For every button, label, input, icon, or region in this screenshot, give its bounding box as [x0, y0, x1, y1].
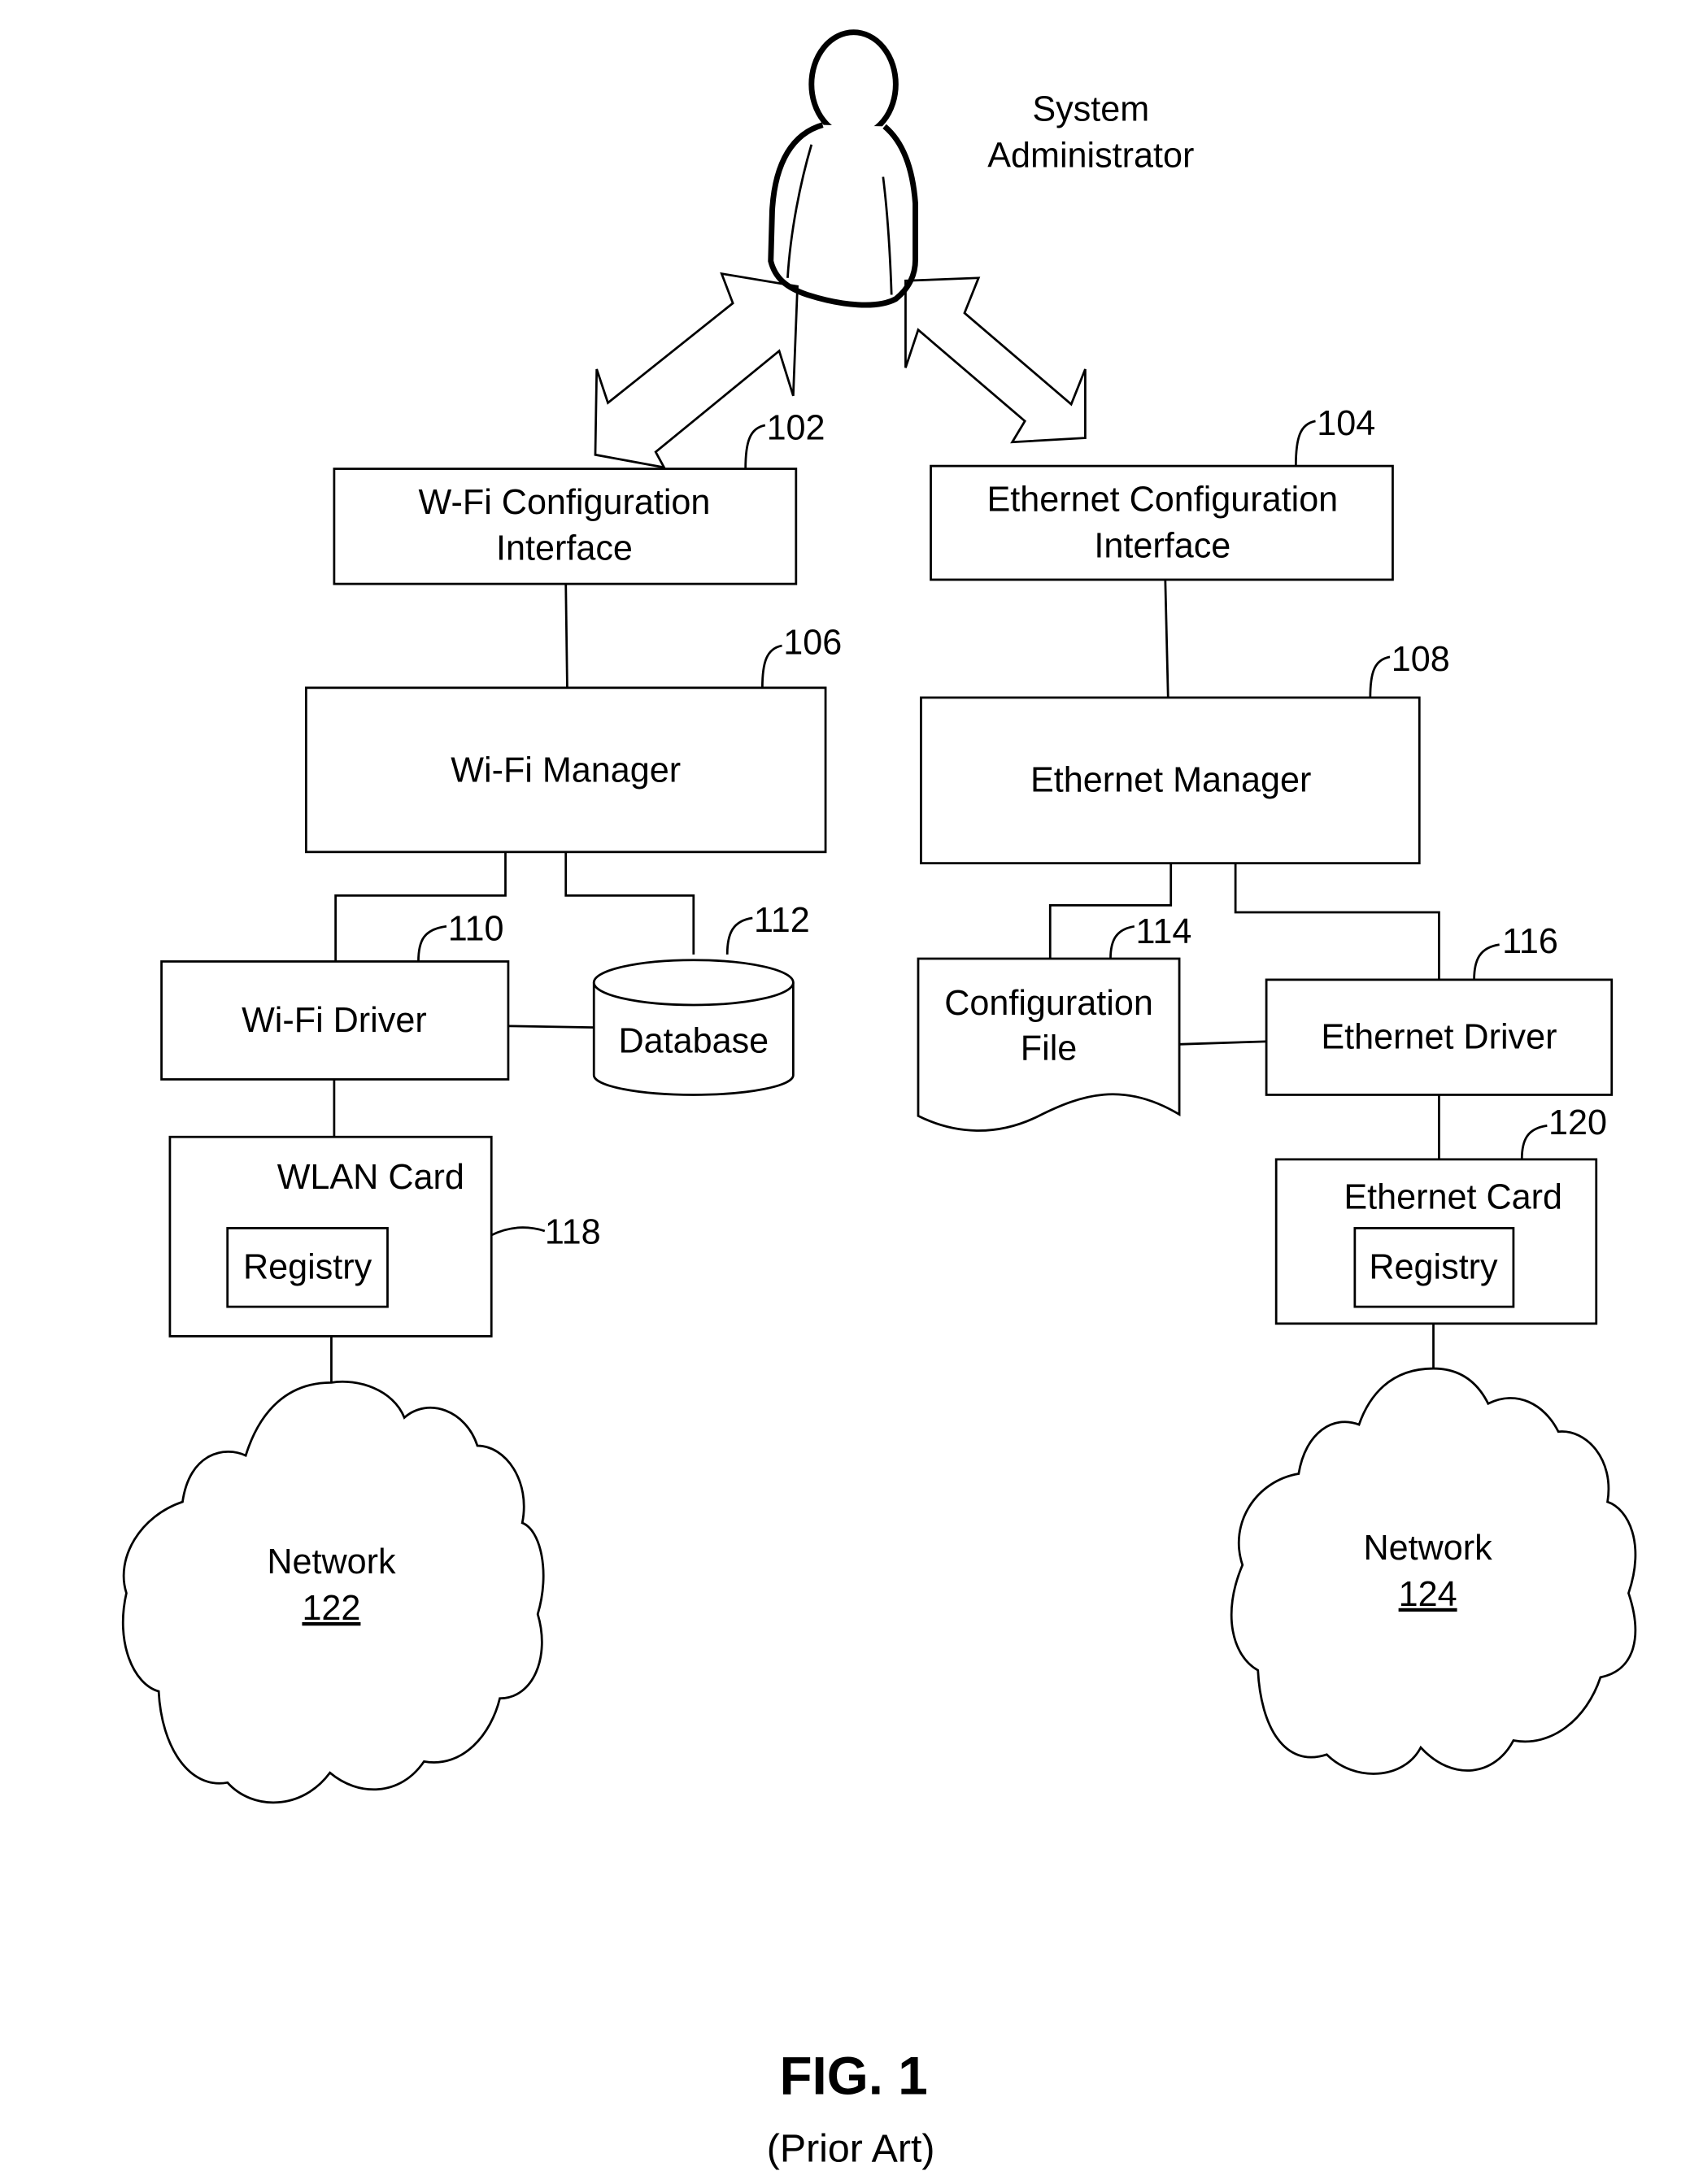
wifi-manager-node: Wi-Fi Manager [304, 686, 827, 854]
ethernet-config-interface-node: Ethernet Configuration Interface [930, 464, 1394, 581]
wifi-config-line2: Interface [496, 529, 633, 568]
wlan-card-node: WLAN Card Registry [168, 1135, 493, 1338]
figure-subtitle: (Prior Art) [767, 2126, 935, 2170]
wifi-config-line1: W-Fi Configuration [419, 483, 711, 522]
eth-manager-label: Ethernet Manager [1030, 761, 1311, 800]
ref-120: 120 [1548, 1103, 1607, 1142]
network-right-ref: 124 [1399, 1575, 1457, 1614]
ethernet-manager-node: Ethernet Manager [920, 696, 1421, 865]
bidirectional-arrow-right [904, 276, 1087, 444]
network-cloud-right: Network 124 [1230, 1367, 1637, 1775]
database-label: Database [618, 1022, 769, 1061]
diagram-canvas: System Administrator W-Fi Configuration [121, 29, 1637, 2170]
wifi-driver-node: Wi-Fi Driver [160, 960, 510, 1081]
eth-config-line1: Ethernet Configuration [987, 480, 1339, 519]
config-file-line1: Configuration [944, 984, 1153, 1023]
wifi-config-interface-node: W-Fi Configuration Interface [333, 468, 798, 585]
ref-114: 114 [1136, 912, 1192, 951]
ref-106: 106 [783, 623, 842, 662]
eth-card-label: Ethernet Card [1344, 1177, 1562, 1216]
eth-driver-label: Ethernet Driver [1321, 1017, 1557, 1056]
actor-label-line1: System [1032, 89, 1149, 128]
eth-config-line2: Interface [1094, 526, 1230, 565]
config-file-line2: File [1021, 1029, 1078, 1068]
eth-registry-label: Registry [1369, 1248, 1498, 1287]
network-left-ref: 122 [302, 1589, 360, 1628]
figure-title: FIG. 1 [779, 2047, 927, 2106]
ref-102: 102 [767, 408, 825, 447]
ref-108: 108 [1392, 640, 1450, 679]
ref-116: 116 [1502, 922, 1558, 961]
network-right-label: Network [1364, 1529, 1493, 1568]
wlan-registry-label: Registry [243, 1248, 372, 1287]
ref-104: 104 [1317, 404, 1375, 443]
wifi-manager-label: Wi-Fi Manager [451, 751, 681, 790]
database-node: Database [592, 959, 795, 1096]
person-icon [768, 29, 918, 308]
network-cloud-left: Network 122 [121, 1381, 545, 1804]
actor-label-line2: Administrator [987, 136, 1194, 175]
wlan-card-label: WLAN Card [277, 1158, 464, 1197]
ethernet-card-node: Ethernet Card Registry [1274, 1158, 1598, 1325]
ethernet-driver-node: Ethernet Driver [1265, 978, 1614, 1096]
ref-110: 110 [448, 910, 504, 949]
ref-112: 112 [754, 901, 810, 940]
ref-118: 118 [545, 1212, 601, 1251]
configuration-file-node: Configuration File [917, 957, 1181, 1132]
wifi-driver-label: Wi-Fi Driver [242, 1001, 427, 1040]
network-left-label: Network [267, 1542, 396, 1581]
